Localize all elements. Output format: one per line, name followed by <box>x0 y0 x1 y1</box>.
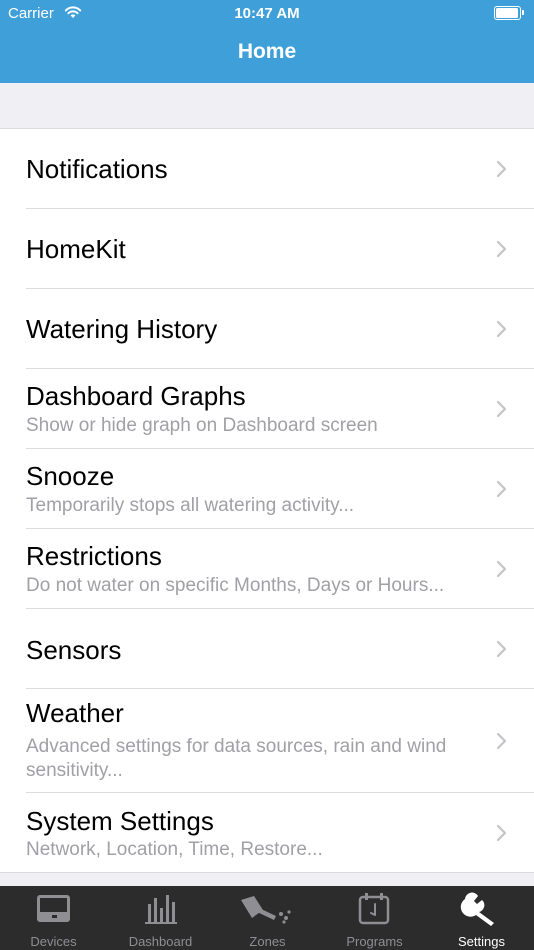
row-subtitle: Network, Location, Time, Restore... <box>26 839 323 860</box>
tab-bar: Devices Dashboard Zones Programs Setting… <box>0 886 534 950</box>
tab-dashboard[interactable]: Dashboard <box>107 886 214 950</box>
chevron-right-icon <box>496 400 507 418</box>
settings-row-homekit[interactable]: HomeKit <box>0 209 534 289</box>
settings-row-sensors[interactable]: Sensors <box>0 609 534 689</box>
tab-devices[interactable]: Devices <box>0 886 107 950</box>
settings-row-notifications[interactable]: Notifications <box>0 129 534 209</box>
settings-row-dashboard-graphs[interactable]: Dashboard Graphs Show or hide graph on D… <box>0 369 534 449</box>
wrench-icon <box>460 892 494 926</box>
row-subtitle: Do not water on specific Months, Days or… <box>26 575 445 596</box>
bar-chart-icon <box>145 895 177 924</box>
tab-settings[interactable]: Settings <box>428 886 534 950</box>
page-title: Home <box>237 40 297 63</box>
device-icon <box>37 895 70 922</box>
settings-list: Notifications HomeKit Watering History D… <box>0 128 534 873</box>
settings-row-system-settings[interactable]: System Settings Network, Location, Time,… <box>0 793 534 873</box>
row-title: Sensors <box>26 635 122 665</box>
status-bar: Carrier 10:47 AM <box>0 0 534 28</box>
row-title: Restrictions <box>26 541 162 571</box>
settings-row-weather[interactable]: Weather Advanced settings for data sourc… <box>0 689 534 793</box>
tab-zones[interactable]: Zones <box>214 886 321 950</box>
navigation-bar: Carrier 10:47 AM Home <box>0 0 534 83</box>
chevron-right-icon <box>496 320 507 338</box>
tab-label: Devices <box>30 934 77 949</box>
row-title: System Settings <box>26 806 214 836</box>
tab-label: Programs <box>346 934 403 949</box>
tab-label: Settings <box>458 934 505 949</box>
row-title: Dashboard Graphs <box>26 381 246 411</box>
clock: 10:47 AM <box>234 5 300 22</box>
chevron-right-icon <box>496 732 507 750</box>
settings-row-snooze[interactable]: Snooze Temporarily stops all watering ac… <box>0 449 534 529</box>
row-subtitle: Temporarily stops all watering activity.… <box>26 495 355 516</box>
calendar-icon <box>358 893 390 925</box>
chevron-right-icon <box>496 560 507 578</box>
chevron-right-icon <box>496 640 507 658</box>
settings-row-watering-history[interactable]: Watering History <box>0 289 534 369</box>
settings-row-restrictions[interactable]: Restrictions Do not water on specific Mo… <box>0 529 534 609</box>
row-subtitle: Advanced settings for data sources, rain… <box>26 736 447 781</box>
chevron-right-icon <box>496 240 507 258</box>
tab-programs[interactable]: Programs <box>321 886 428 950</box>
tab-label: Zones <box>249 934 286 949</box>
row-title: Watering History <box>26 314 218 344</box>
chevron-right-icon <box>496 824 507 842</box>
row-title: HomeKit <box>26 234 126 264</box>
watering-can-icon <box>241 896 291 924</box>
row-title: Snooze <box>26 461 115 491</box>
battery-icon <box>494 6 524 20</box>
chevron-right-icon <box>496 480 507 498</box>
row-title: Weather <box>26 698 124 728</box>
row-subtitle: Show or hide graph on Dashboard screen <box>26 415 378 436</box>
tab-label: Dashboard <box>128 934 193 949</box>
chevron-right-icon <box>496 160 507 178</box>
row-title: Notifications <box>26 154 168 184</box>
